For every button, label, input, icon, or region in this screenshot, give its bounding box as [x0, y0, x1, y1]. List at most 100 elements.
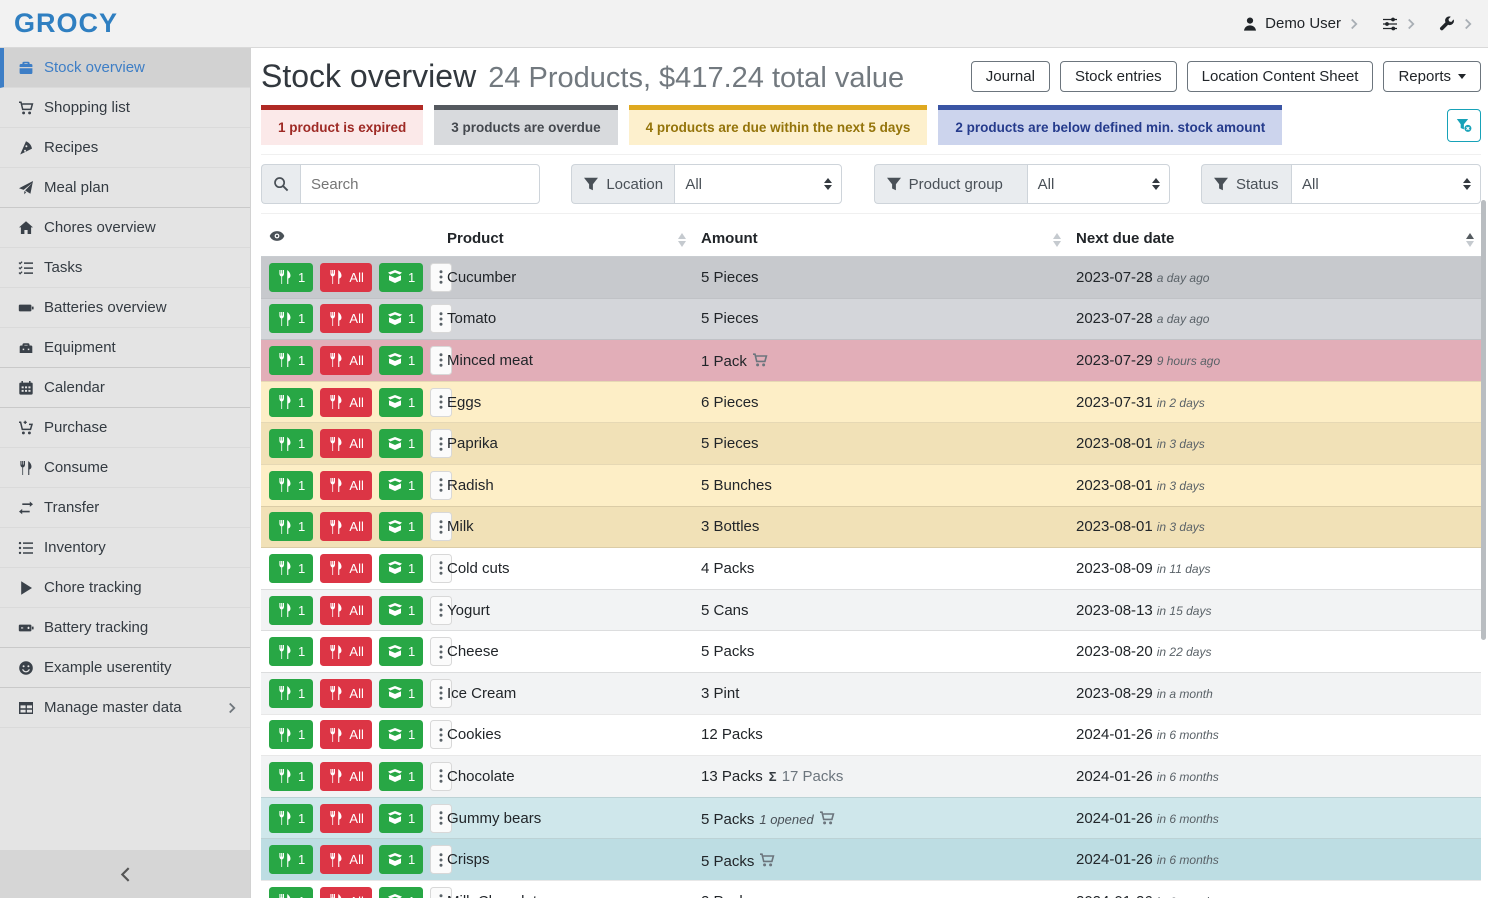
product-name[interactable]: Cold cuts — [447, 560, 510, 577]
admin-menu[interactable] — [1439, 16, 1474, 32]
consume-all-button[interactable]: All — [320, 512, 371, 541]
clear-filters-button[interactable] — [1447, 109, 1481, 142]
amount-value[interactable]: 5 Bunches — [701, 477, 772, 494]
amount-value[interactable]: 3 Pint — [701, 685, 739, 702]
product-name[interactable]: Minced meat — [447, 352, 533, 369]
search-input[interactable] — [300, 164, 540, 204]
consume-all-button[interactable]: All — [320, 263, 371, 292]
amount-value[interactable]: 5 Pieces — [701, 269, 759, 286]
product-name[interactable]: Chocolate — [447, 768, 515, 785]
amount-value[interactable]: 1 Pack — [701, 353, 747, 370]
product-name[interactable]: Milk Chocolate — [447, 893, 545, 898]
consume-one-button[interactable]: 1 — [269, 263, 313, 292]
consume-one-button[interactable]: 1 — [269, 471, 313, 500]
product-name[interactable]: Yogurt — [447, 602, 490, 619]
amount-value[interactable]: 5 Cans — [701, 602, 749, 619]
open-one-button[interactable]: 1 — [379, 887, 423, 898]
sidebar-item-batteries-overview[interactable]: Batteries overview — [0, 288, 250, 328]
open-one-button[interactable]: 1 — [379, 720, 423, 749]
sidebar-item-inventory[interactable]: Inventory — [0, 528, 250, 568]
consume-all-button[interactable]: All — [320, 637, 371, 666]
sidebar-item-example-userentity[interactable]: Example userentity — [0, 648, 250, 688]
consume-all-button[interactable]: All — [320, 554, 371, 583]
consume-all-button[interactable]: All — [320, 804, 371, 833]
consume-all-button[interactable]: All — [320, 388, 371, 417]
sidebar-collapse-button[interactable] — [0, 850, 250, 898]
product-name[interactable]: Tomato — [447, 310, 496, 327]
amount-value[interactable]: 12 Packs — [701, 726, 763, 743]
consume-one-button[interactable]: 1 — [269, 554, 313, 583]
amount-value[interactable]: 4 Packs — [701, 560, 754, 577]
consume-one-button[interactable]: 1 — [269, 845, 313, 874]
product-name[interactable]: Eggs — [447, 394, 481, 411]
consume-all-button[interactable]: All — [320, 679, 371, 708]
consume-one-button[interactable]: 1 — [269, 388, 313, 417]
product-column-header[interactable]: Product — [439, 223, 693, 257]
banner-expired[interactable]: 1 product is expired — [261, 105, 423, 145]
user-menu[interactable]: Demo User — [1242, 15, 1360, 32]
amount-value[interactable]: 2 Packs — [701, 893, 754, 898]
consume-all-button[interactable]: All — [320, 346, 371, 375]
open-one-button[interactable]: 1 — [379, 679, 423, 708]
open-one-button[interactable]: 1 — [379, 596, 423, 625]
consume-one-button[interactable]: 1 — [269, 637, 313, 666]
sidebar-item-consume[interactable]: Consume — [0, 448, 250, 488]
banner-overdue[interactable]: 3 products are overdue — [434, 105, 617, 145]
product-name[interactable]: Cucumber — [447, 269, 516, 286]
consume-all-button[interactable]: All — [320, 429, 371, 458]
open-one-button[interactable]: 1 — [379, 512, 423, 541]
amount-value[interactable]: 13 Packs — [701, 768, 763, 785]
sidebar-item-manage-master-data[interactable]: Manage master data — [0, 688, 250, 728]
open-one-button[interactable]: 1 — [379, 346, 423, 375]
consume-one-button[interactable]: 1 — [269, 762, 313, 791]
sidebar-item-shopping-list[interactable]: Shopping list — [0, 88, 250, 128]
consume-all-button[interactable]: All — [320, 720, 371, 749]
amount-value[interactable]: 5 Pieces — [701, 310, 759, 327]
sidebar-item-transfer[interactable]: Transfer — [0, 488, 250, 528]
open-one-button[interactable]: 1 — [379, 304, 423, 333]
product-name[interactable]: Cheese — [447, 643, 499, 660]
amount-value[interactable]: 6 Pieces — [701, 394, 759, 411]
sidebar-item-calendar[interactable]: Calendar — [0, 368, 250, 408]
sidebar-item-meal-plan[interactable]: Meal plan — [0, 168, 250, 208]
product-name[interactable]: Radish — [447, 477, 494, 494]
open-one-button[interactable]: 1 — [379, 804, 423, 833]
sidebar-item-tasks[interactable]: Tasks — [0, 248, 250, 288]
consume-all-button[interactable]: All — [320, 471, 371, 500]
product-name[interactable]: Milk — [447, 518, 474, 535]
settings-menu[interactable] — [1382, 16, 1417, 32]
consume-all-button[interactable]: All — [320, 887, 371, 898]
amount-value[interactable]: 5 Packs — [701, 853, 754, 870]
consume-all-button[interactable]: All — [320, 596, 371, 625]
consume-one-button[interactable]: 1 — [269, 887, 313, 898]
consume-one-button[interactable]: 1 — [269, 346, 313, 375]
sidebar-item-chore-tracking[interactable]: Chore tracking — [0, 568, 250, 608]
open-one-button[interactable]: 1 — [379, 263, 423, 292]
due-date-column-header[interactable]: Next due date — [1068, 223, 1481, 257]
consume-all-button[interactable]: All — [320, 845, 371, 874]
consume-one-button[interactable]: 1 — [269, 429, 313, 458]
amount-value[interactable]: 3 Bottles — [701, 518, 759, 535]
open-one-button[interactable]: 1 — [379, 845, 423, 874]
open-one-button[interactable]: 1 — [379, 637, 423, 666]
product-name[interactable]: Crisps — [447, 851, 490, 868]
sidebar-item-recipes[interactable]: Recipes — [0, 128, 250, 168]
product-name[interactable]: Paprika — [447, 435, 498, 452]
consume-one-button[interactable]: 1 — [269, 720, 313, 749]
open-one-button[interactable]: 1 — [379, 471, 423, 500]
scrollbar-thumb[interactable] — [1481, 200, 1486, 640]
stock-entries-button[interactable]: Stock entries — [1060, 61, 1177, 92]
amount-value[interactable]: 5 Pieces — [701, 435, 759, 452]
reports-button[interactable]: Reports — [1383, 61, 1481, 92]
open-one-button[interactable]: 1 — [379, 554, 423, 583]
consume-one-button[interactable]: 1 — [269, 679, 313, 708]
product-name[interactable]: Ice Cream — [447, 685, 516, 702]
amount-value[interactable]: 5 Packs — [701, 643, 754, 660]
sidebar-item-stock-overview[interactable]: Stock overview — [0, 48, 250, 88]
sidebar-item-equipment[interactable]: Equipment — [0, 328, 250, 368]
consume-all-button[interactable]: All — [320, 304, 371, 333]
amount-value[interactable]: 5 Packs — [701, 811, 754, 828]
consume-all-button[interactable]: All — [320, 762, 371, 791]
consume-one-button[interactable]: 1 — [269, 512, 313, 541]
open-one-button[interactable]: 1 — [379, 388, 423, 417]
